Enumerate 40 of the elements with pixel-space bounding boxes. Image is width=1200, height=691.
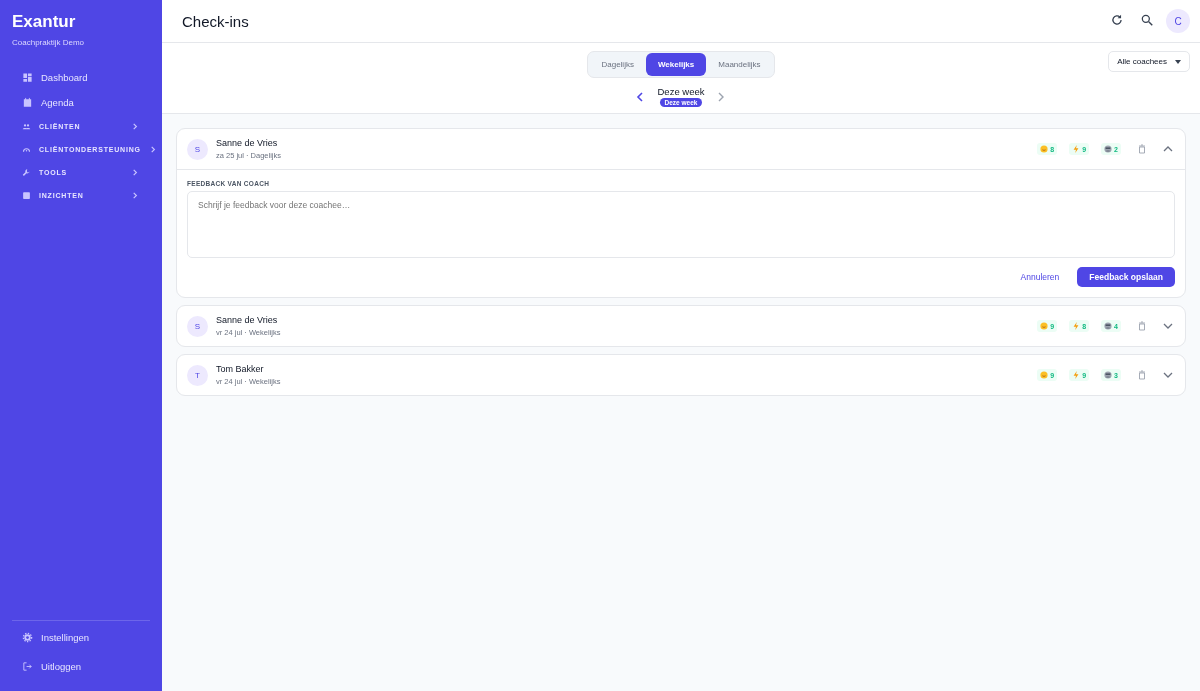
lightning-icon	[1072, 322, 1081, 330]
page-title: Check-ins	[182, 12, 250, 30]
period-tab[interactable]: Dagelijks	[589, 53, 646, 76]
cancel-button[interactable]: Annuleren	[1014, 267, 1066, 287]
lightning-icon	[1072, 371, 1081, 379]
dashboard-icon	[22, 72, 33, 83]
avatar: S	[187, 315, 208, 337]
face-icon	[1104, 145, 1113, 153]
people-icon	[22, 122, 31, 131]
nav-item[interactable]: Agenda	[12, 90, 150, 115]
feedback-field[interactable]: Schrijf je feedback voor deze coachee…	[187, 191, 1175, 258]
period-tab[interactable]: Wekelijks	[645, 53, 707, 76]
nav-item[interactable]: Dashboard	[12, 65, 150, 90]
coachee-name: Tom Bakker	[216, 364, 265, 374]
avatar: T	[187, 364, 208, 386]
smiley-icon	[1040, 145, 1049, 153]
wrench-icon	[22, 168, 31, 177]
search-icon	[1140, 13, 1154, 27]
previous-button[interactable]	[635, 90, 646, 103]
calendar-icon	[22, 97, 33, 108]
period-tab[interactable]: Maandelijks	[706, 53, 773, 76]
save-button[interactable]: Feedback opslaan	[1077, 267, 1175, 287]
smiley-icon	[1040, 371, 1049, 379]
lightning-icon	[1072, 145, 1081, 153]
avatar: S	[187, 138, 208, 160]
coachee-name: Sanne de Vries	[216, 315, 279, 325]
nav-item[interactable]: Uitloggen	[12, 654, 150, 679]
face-icon	[1104, 322, 1113, 330]
face-icon	[1104, 371, 1113, 379]
logout-icon	[22, 661, 33, 672]
user-avatar[interactable]: C	[1166, 9, 1190, 33]
gear-icon	[22, 632, 33, 643]
nav-item[interactable]: Instellingen	[12, 625, 150, 650]
coachee-name: Sanne de Vries	[216, 138, 279, 148]
practice-name: Coachpraktijk Demo	[12, 38, 86, 47]
refresh-icon	[1110, 13, 1124, 27]
brand-name: Exantur	[12, 12, 77, 32]
coachee-filter[interactable]: Alle coachees	[1108, 51, 1190, 72]
week-label: Deze week	[657, 86, 705, 97]
smiley-icon	[1040, 322, 1049, 330]
